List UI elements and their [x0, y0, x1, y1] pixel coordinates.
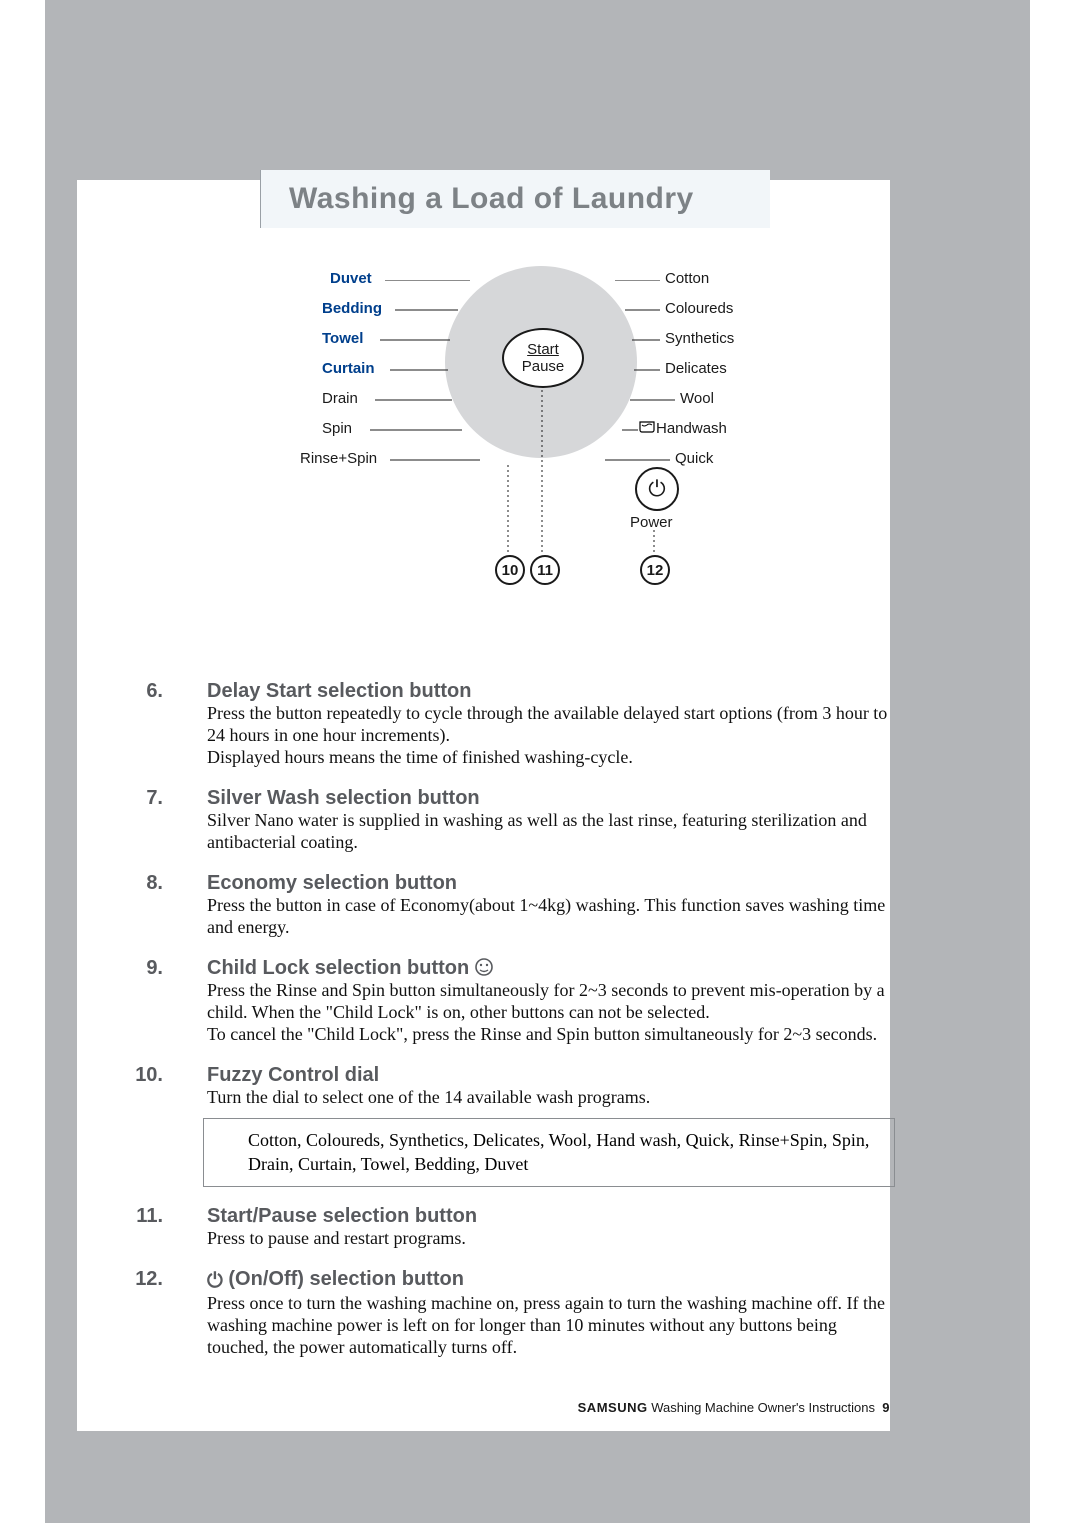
item-9-body: Press the Rinse and Spin button simultan… [175, 980, 895, 1046]
margin-right [890, 0, 1030, 1433]
item-7-title: Silver Wash selection button [207, 787, 480, 809]
page-title: Washing a Load of Laundry [289, 182, 694, 216]
item-6-title: Delay Start selection button [207, 680, 472, 702]
page-footer: SAMSUNG Washing Machine Owner's Instruct… [0, 1400, 890, 1415]
item-8-title: Economy selection button [207, 872, 457, 894]
margin-left [45, 0, 77, 1523]
item-12-title: (On/Off) selection button [228, 1268, 464, 1290]
item-11: 11.Start/Pause selection button Press to… [175, 1205, 895, 1250]
footer-page: 9 [882, 1400, 890, 1415]
item-10-body: Turn the dial to select one of the 14 av… [175, 1087, 895, 1109]
instruction-list: 6.Delay Start selection button Press the… [175, 680, 895, 1377]
child-lock-icon [474, 957, 494, 977]
item-12: 12. ⏻ (On/Off) selection button Press on… [175, 1268, 895, 1359]
item-8: 8.Economy selection button Press the but… [175, 872, 895, 939]
title-box: Washing a Load of Laundry [260, 170, 770, 228]
power-icon-inline: ⏻ [207, 1270, 228, 1292]
item-9-title: Child Lock selection button [207, 957, 469, 979]
item-10-title: Fuzzy Control dial [207, 1064, 379, 1086]
item-7-body: Silver Nano water is supplied in washing… [175, 810, 895, 854]
margin-top [45, 0, 1030, 180]
dial-diagram: Start Pause Duvet Bedding Towel Curtain … [330, 280, 730, 610]
item-11-body: Press to pause and restart programs. [175, 1228, 895, 1250]
item-6: 6.Delay Start selection button Press the… [175, 680, 895, 769]
item-8-body: Press the button in case of Economy(abou… [175, 895, 895, 939]
item-9: 9. Child Lock selection button Press the… [175, 957, 895, 1046]
item-10: 10.Fuzzy Control dial Turn the dial to s… [175, 1064, 895, 1188]
margin-bottom [45, 1431, 1030, 1523]
footer-text: Washing Machine Owner's Instructions [648, 1400, 875, 1415]
item-7: 7.Silver Wash selection button Silver Na… [175, 787, 895, 854]
item-6-body: Press the button repeatedly to cycle thr… [175, 703, 895, 769]
dial-connectors [330, 280, 730, 590]
item-12-body: Press once to turn the washing machine o… [175, 1293, 895, 1359]
item-11-title: Start/Pause selection button [207, 1205, 477, 1227]
program-list-box: Cotton, Coloureds, Synthetics, Delicates… [203, 1118, 895, 1187]
footer-brand: SAMSUNG [578, 1400, 648, 1415]
manual-page: Washing a Load of Laundry Start Pause Du… [0, 0, 1080, 1523]
